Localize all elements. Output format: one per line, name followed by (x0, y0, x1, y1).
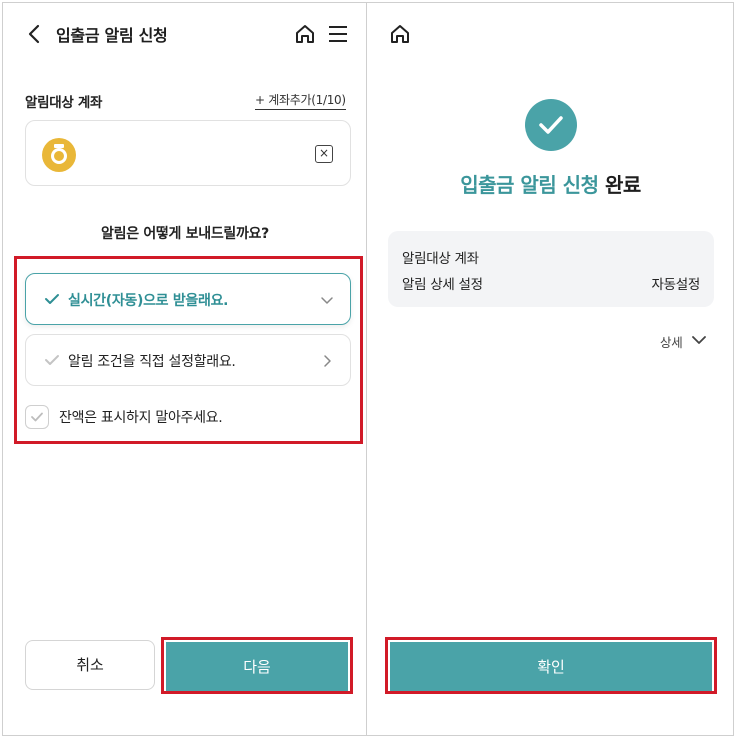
highlight-outline (385, 637, 717, 694)
add-account-link[interactable]: + 계좌추가(1/10) (255, 91, 346, 110)
success-check-icon (525, 99, 577, 151)
option-custom-conditions[interactable]: 알림 조건을 직접 설정할래요. (25, 334, 351, 386)
home-icon[interactable] (388, 22, 412, 46)
header (368, 17, 733, 51)
notification-method-question: 알림은 어떻게 보내드릴까요? (101, 226, 269, 242)
hide-balance-checkbox[interactable] (25, 405, 49, 429)
check-icon (31, 412, 43, 422)
check-icon (45, 355, 59, 365)
home-icon[interactable] (293, 22, 317, 46)
cancel-button[interactable]: 취소 (25, 640, 155, 690)
alert-request-complete-screen: 입출금 알림 신청 완료 알림대상 계좌 알림 상세 설정 자동설정 상세 확인 (368, 3, 733, 735)
chevron-down-icon (321, 297, 333, 304)
chevron-down-icon (692, 336, 706, 344)
page-title: 입출금 알림 신청 (56, 26, 168, 45)
chevron-right-icon (324, 355, 331, 367)
completion-title: 입출금 알림 신청 완료 (368, 169, 733, 198)
check-icon (45, 294, 59, 304)
summary-card: 알림대상 계좌 알림 상세 설정 자동설정 (388, 231, 714, 307)
screenshot-frame: 입출금 알림 신청 알림대상 계좌 + 계좌추가(1/10) × 알림은 어떻게… (2, 2, 734, 736)
hide-balance-label: 잔액은 표시하지 말아주세요. (59, 410, 223, 426)
bank-logo-icon (42, 138, 76, 172)
detail-label: 상세 (660, 335, 683, 350)
completion-title-rest: 완료 (598, 173, 641, 197)
summary-key: 알림대상 계좌 (402, 251, 479, 267)
close-icon[interactable]: × (315, 145, 333, 163)
header: 입출금 알림 신청 (3, 17, 366, 51)
account-section-label: 알림대상 계좌 (25, 95, 103, 111)
highlight-outline (161, 637, 353, 694)
completion-title-highlight: 입출금 알림 신청 (460, 173, 599, 197)
menu-icon[interactable] (327, 23, 349, 45)
summary-value: 자동설정 (651, 277, 701, 293)
alert-request-screen: 입출금 알림 신청 알림대상 계좌 + 계좌추가(1/10) × 알림은 어떻게… (3, 3, 367, 735)
option-label: 알림 조건을 직접 설정할래요. (68, 354, 236, 370)
back-icon[interactable] (25, 23, 45, 45)
detail-toggle[interactable]: 상세 (660, 332, 706, 351)
account-selector[interactable]: × (25, 120, 351, 186)
option-label: 실시간(자동)으로 받을래요. (68, 293, 229, 309)
summary-key: 알림 상세 설정 (402, 277, 483, 293)
option-realtime-auto[interactable]: 실시간(자동)으로 받을래요. (25, 273, 351, 325)
